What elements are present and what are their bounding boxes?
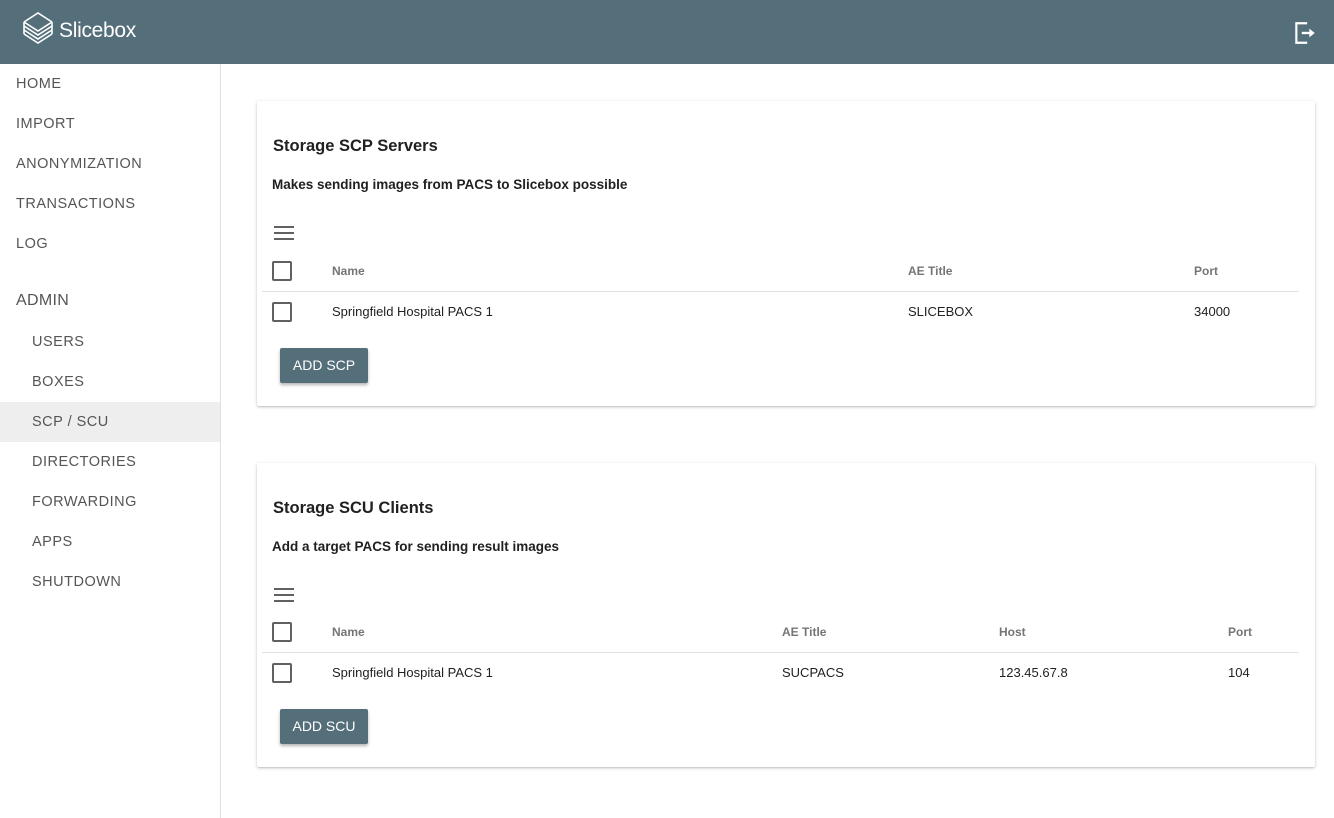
scu-table-menu-icon[interactable] xyxy=(274,587,294,603)
stack-logo-icon xyxy=(23,12,53,44)
sidebar-item-anonymization[interactable]: ANONYMIZATION xyxy=(0,144,220,184)
scp-table-divider xyxy=(262,291,1299,292)
sidebar: HOME IMPORT ANONYMIZATION TRANSACTIONS L… xyxy=(0,64,221,818)
scp-table-menu-icon[interactable] xyxy=(274,225,294,241)
scu-card-subtitle: Add a target PACS for sending result ima… xyxy=(272,539,560,554)
scu-card-title: Storage SCU Clients xyxy=(273,499,434,517)
sidebar-item-import[interactable]: IMPORT xyxy=(0,104,220,144)
scu-row-name: Springfield Hospital PACS 1 xyxy=(332,665,493,680)
sidebar-item-boxes[interactable]: BOXES xyxy=(0,362,220,402)
scu-column-header-host[interactable]: Host xyxy=(999,625,1026,639)
scu-row-ae-title: SUCPACS xyxy=(782,665,844,680)
scu-table-divider xyxy=(262,652,1299,653)
logout-icon[interactable] xyxy=(1292,20,1318,46)
sidebar-item-directories[interactable]: DIRECTORIES xyxy=(0,442,220,482)
admin-section-header: ADMIN xyxy=(16,292,70,309)
scu-row-checkbox[interactable] xyxy=(272,663,292,683)
scp-column-header-port[interactable]: Port xyxy=(1194,264,1218,278)
sidebar-item-scp-scu[interactable]: SCP / SCU xyxy=(0,402,220,442)
sidebar-item-shutdown[interactable]: SHUTDOWN xyxy=(0,562,220,602)
scu-clients-card: Storage SCU Clients Add a target PACS fo… xyxy=(257,463,1315,767)
app-title: Slicebox xyxy=(59,19,136,42)
scu-row-host: 123.45.67.8 xyxy=(999,665,1068,680)
scp-row-port: 34000 xyxy=(1194,304,1231,319)
add-scu-button[interactable]: ADD SCU xyxy=(280,709,368,744)
scu-column-header-ae-title[interactable]: AE Title xyxy=(782,625,826,639)
scp-row-name: Springfield Hospital PACS 1 xyxy=(332,304,493,319)
scp-column-header-ae-title[interactable]: AE Title xyxy=(908,264,952,278)
sidebar-item-users[interactable]: USERS xyxy=(0,322,220,362)
scp-column-header-name[interactable]: Name xyxy=(332,264,365,278)
scu-select-all-checkbox[interactable] xyxy=(272,622,292,642)
scp-card-title: Storage SCP Servers xyxy=(273,137,438,155)
scu-row-port: 104 xyxy=(1228,665,1250,680)
sidebar-item-forwarding[interactable]: FORWARDING xyxy=(0,482,220,522)
scu-column-header-port[interactable]: Port xyxy=(1228,625,1252,639)
add-scp-button[interactable]: ADD SCP xyxy=(280,348,368,383)
sidebar-item-transactions[interactable]: TRANSACTIONS xyxy=(0,184,220,224)
scu-column-header-name[interactable]: Name xyxy=(332,625,365,639)
scp-row-checkbox[interactable] xyxy=(272,302,292,322)
scp-card-subtitle: Makes sending images from PACS to Sliceb… xyxy=(272,177,628,192)
sidebar-item-log[interactable]: LOG xyxy=(0,224,220,264)
sidebar-item-apps[interactable]: APPS xyxy=(0,522,220,562)
top-app-bar: Slicebox xyxy=(0,0,1334,64)
scp-servers-card: Storage SCP Servers Makes sending images… xyxy=(257,101,1315,406)
scp-select-all-checkbox[interactable] xyxy=(272,261,292,281)
sidebar-item-home[interactable]: HOME xyxy=(0,64,220,104)
scp-row-ae-title: SLICEBOX xyxy=(908,304,974,319)
